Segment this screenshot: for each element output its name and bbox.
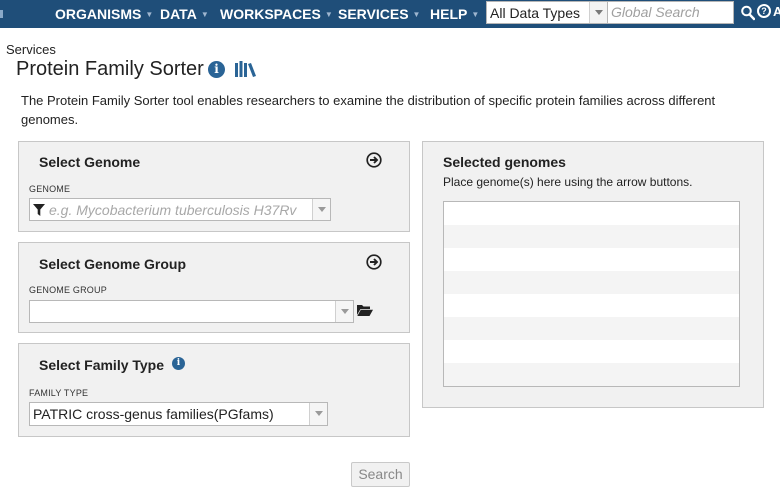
search-icon[interactable] — [741, 5, 755, 21]
nav-services[interactable]: SERVICES ▼ — [338, 0, 420, 28]
list-item — [444, 294, 739, 317]
search-button[interactable]: Search — [351, 462, 410, 487]
caret-down-icon: ▼ — [324, 10, 333, 19]
folder-open-icon[interactable] — [357, 304, 373, 316]
genome-group-field-label: GENOME GROUP — [29, 285, 107, 295]
genome-group-select[interactable] — [29, 300, 354, 323]
caret-down-icon: ▼ — [145, 10, 154, 19]
list-item — [444, 248, 739, 271]
books-icon[interactable] — [235, 61, 257, 77]
chevron-down-icon[interactable] — [309, 403, 327, 425]
list-item — [444, 340, 739, 363]
genome-field-label: GENOME — [29, 184, 71, 194]
select-genome-title: Select Genome — [39, 154, 141, 170]
nav-services-label: SERVICES — [338, 6, 409, 22]
select-genome-panel: Select Genome GENOME e.g. Mycobacterium … — [18, 141, 410, 232]
genome-placeholder: e.g. Mycobacterium tuberculosis H37Rv — [49, 202, 297, 218]
select-genome-group-title: Select Genome Group — [39, 256, 187, 272]
page-description: The Protein Family Sorter tool enables r… — [21, 93, 716, 127]
global-search-input[interactable]: Global Search — [608, 1, 734, 24]
select-genome-group-panel: Select Genome Group GENOME GROUP — [18, 242, 410, 333]
list-item — [444, 317, 739, 340]
info-icon[interactable]: i — [172, 357, 185, 370]
select-family-type-title: Select Family Type — [39, 357, 165, 373]
nav-workspaces[interactable]: WORKSPACES ▼ — [220, 0, 333, 28]
list-item — [444, 202, 739, 225]
caret-down-icon: ▼ — [200, 10, 209, 19]
info-icon[interactable]: i — [208, 61, 225, 78]
selected-genomes-title: Selected genomes — [443, 154, 566, 170]
arrow-circle-right-icon[interactable] — [366, 254, 382, 270]
cut-off-nav-text: A — [773, 4, 780, 19]
data-type-value: All Data Types — [490, 5, 581, 21]
chevron-down-icon[interactable] — [312, 199, 330, 220]
caret-down-icon: ▼ — [471, 10, 480, 19]
selected-genomes-hint: Place genome(s) here using the arrow but… — [443, 175, 693, 189]
breadcrumb[interactable]: Services — [6, 42, 56, 57]
nav-organisms[interactable]: ORGANISMS ▼ — [55, 0, 153, 28]
chevron-down-icon[interactable] — [335, 301, 353, 322]
list-item — [444, 271, 739, 294]
question-circle-icon[interactable]: ? — [757, 4, 771, 18]
family-type-select[interactable]: PATRIC cross-genus families(PGfams) — [29, 402, 328, 426]
select-family-type-panel: Select Family Type i FAMILY TYPE PATRIC … — [18, 343, 410, 437]
logo-edge — [0, 10, 3, 18]
list-item — [444, 363, 739, 386]
nav-data[interactable]: DATA ▼ — [160, 0, 209, 28]
selected-genomes-list[interactable] — [443, 201, 740, 387]
nav-data-label: DATA — [160, 6, 197, 22]
data-type-select[interactable]: All Data Types — [486, 1, 608, 24]
chevron-down-icon[interactable] — [589, 2, 607, 23]
family-type-field-label: FAMILY TYPE — [29, 388, 89, 398]
nav-organisms-label: ORGANISMS — [55, 6, 142, 22]
global-search-placeholder: Global Search — [611, 4, 700, 20]
nav-help-label: HELP — [430, 6, 468, 22]
arrow-circle-right-icon[interactable] — [366, 152, 382, 168]
family-type-value: PATRIC cross-genus families(PGfams) — [33, 406, 274, 422]
caret-down-icon: ▼ — [412, 10, 421, 19]
genome-select[interactable]: e.g. Mycobacterium tuberculosis H37Rv — [29, 198, 331, 221]
filter-icon — [33, 204, 45, 216]
nav-help[interactable]: HELP ▼ — [430, 0, 479, 28]
top-navbar: ORGANISMS ▼ DATA ▼ WORKSPACES ▼ SERVICES ▼ H… — [0, 0, 780, 28]
nav-workspaces-label: WORKSPACES — [220, 6, 321, 22]
list-item — [444, 225, 739, 248]
page-title: Protein Family Sorter — [16, 58, 204, 80]
